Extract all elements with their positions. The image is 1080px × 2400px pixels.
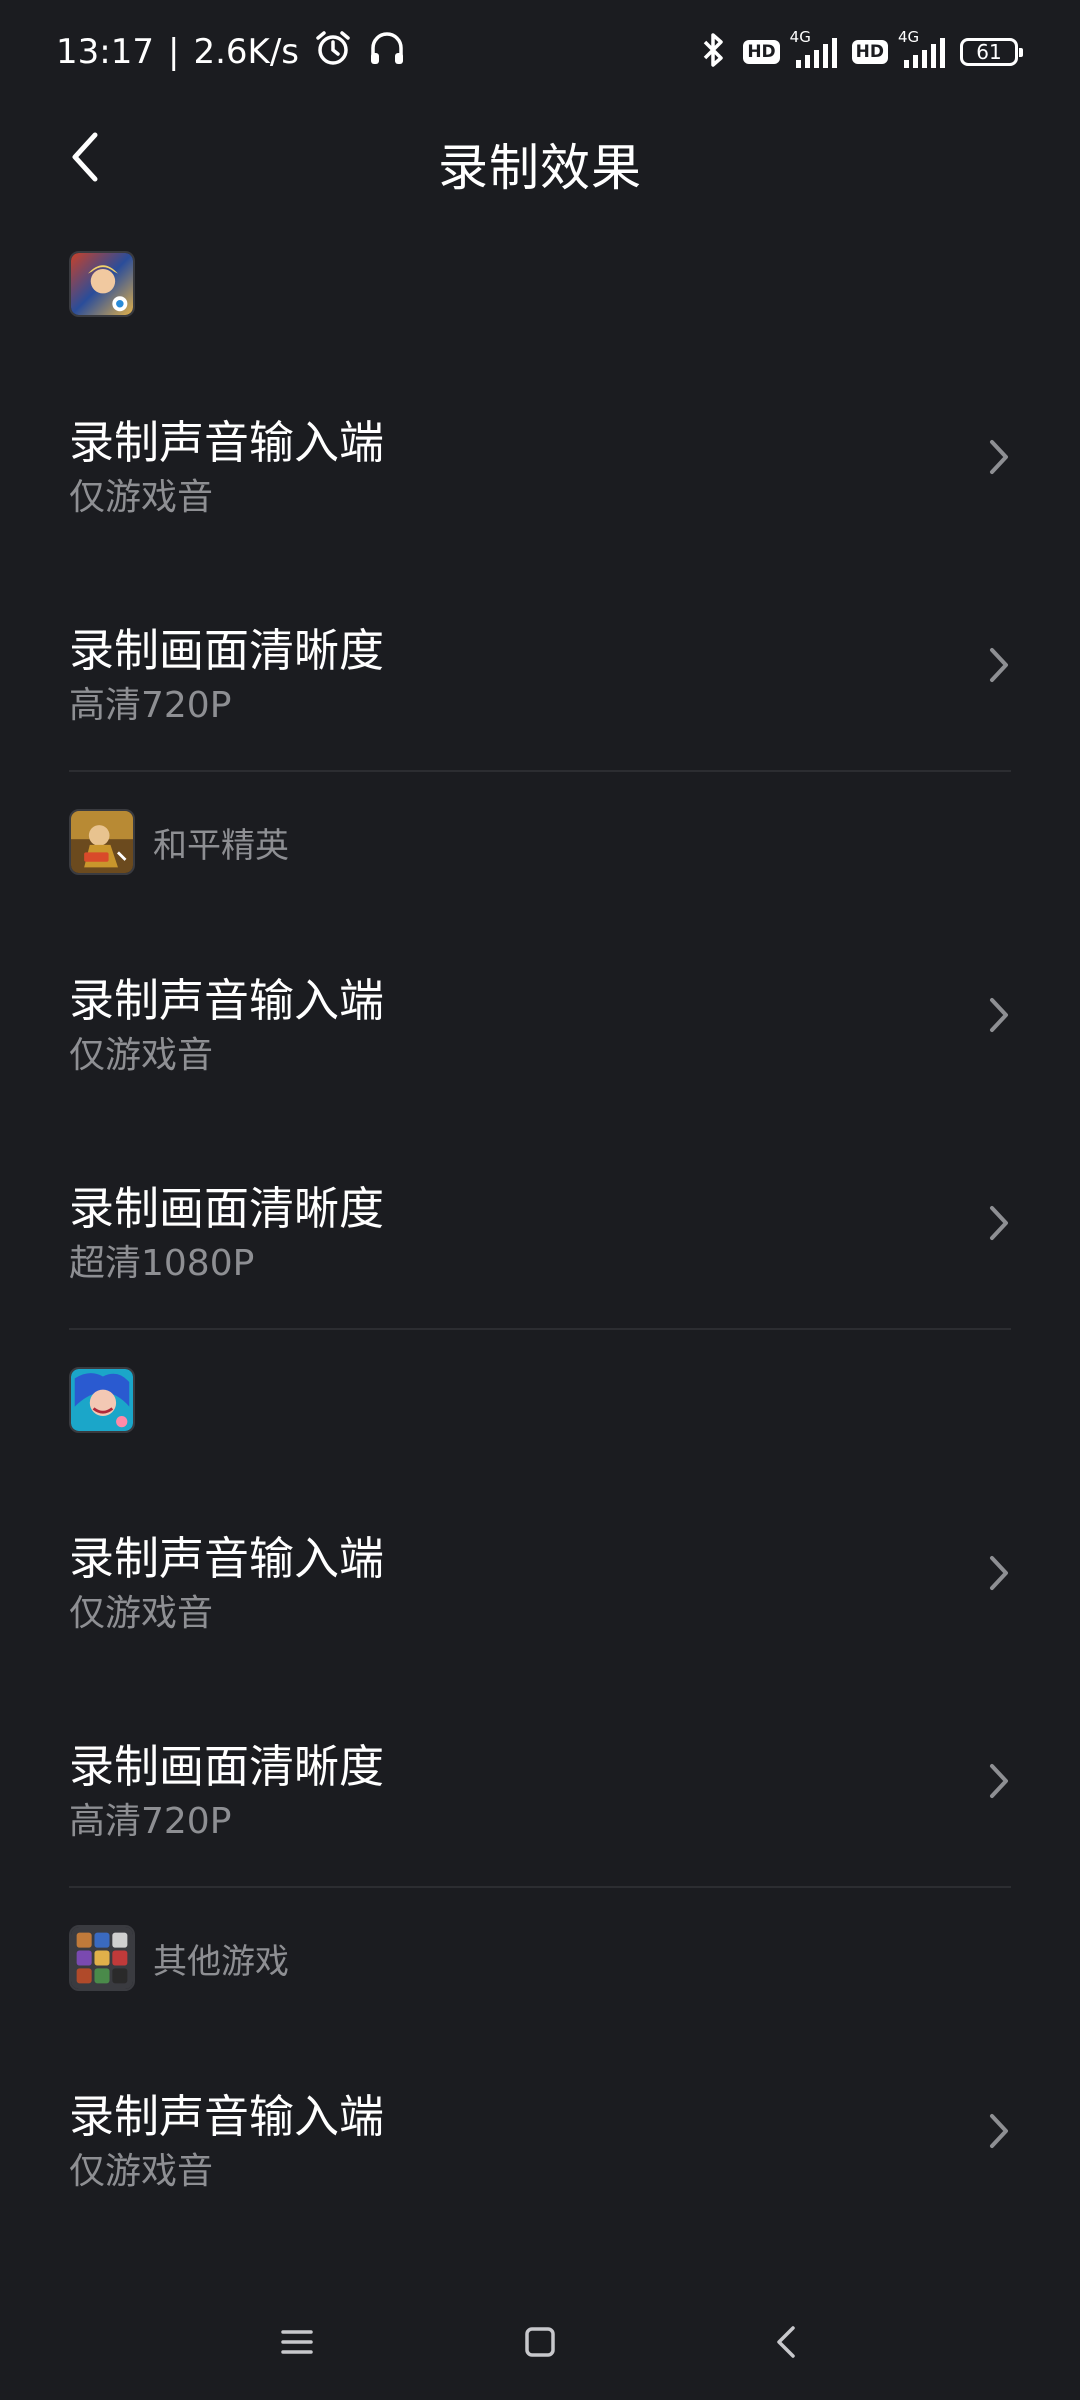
row-audio-input[interactable]: 录制声音输入端 仅游戏音 — [0, 2028, 1080, 2236]
bluetooth-icon — [695, 30, 731, 74]
row-value: 高清720P — [69, 1801, 232, 1842]
game-icon-other-games — [69, 1925, 135, 1991]
hd-badge-1: HD — [743, 40, 780, 64]
settings-list: 录制声音输入端 仅游戏音 录制画面清晰度 高清720P 和平精英 录制声音输入端… — [0, 214, 1080, 2236]
row-value: 仅游戏音 — [69, 477, 214, 518]
row-title: 录制声音输入端 — [69, 2090, 385, 2143]
status-bar: 13:17 | 2.6K/s HD 4G HD 4G 61 — [0, 0, 1080, 104]
row-audio-input[interactable]: 录制声音输入端 仅游戏音 — [0, 354, 1080, 562]
game-header: 其他游戏 — [0, 1888, 1080, 2028]
page-title: 录制效果 — [438, 139, 642, 197]
row-value: 高清720P — [69, 685, 232, 726]
signal-icon-2: 4G — [898, 28, 948, 72]
status-left: 13:17 | 2.6K/s — [56, 28, 407, 76]
chevron-right-icon — [990, 440, 1008, 474]
game-header: 和平精英 — [0, 772, 1080, 912]
game-name: 和平精英 — [153, 825, 289, 866]
chevron-right-icon — [990, 648, 1008, 682]
game-section: 录制声音输入端 仅游戏音 录制画面清晰度 高清720P — [0, 1330, 1080, 1888]
row-value: 仅游戏音 — [69, 1593, 214, 1634]
headphones-icon — [367, 28, 407, 77]
row-value: 仅游戏音 — [69, 1035, 214, 1076]
status-separator: | — [167, 32, 180, 72]
chevron-right-icon — [990, 2114, 1008, 2148]
chevron-right-icon — [990, 1764, 1008, 1798]
nav-back-button[interactable] — [757, 2312, 817, 2372]
game-icon-peace-elite — [69, 809, 135, 875]
game-section: 录制声音输入端 仅游戏音 录制画面清晰度 高清720P — [0, 214, 1080, 772]
chevron-right-icon — [990, 1556, 1008, 1590]
row-title: 录制声音输入端 — [69, 974, 385, 1027]
battery-level: 61 — [976, 40, 1002, 64]
chevron-right-icon — [990, 1206, 1008, 1240]
alarm-icon — [313, 28, 353, 77]
game-section: 其他游戏 录制声音输入端 仅游戏音 — [0, 1888, 1080, 2236]
game-name: 其他游戏 — [153, 1941, 289, 1982]
game-section: 和平精英 录制声音输入端 仅游戏音 录制画面清晰度 超清1080P — [0, 772, 1080, 1330]
hd-badge-2: HD — [851, 40, 888, 64]
row-value: 超清1080P — [69, 1243, 255, 1284]
row-title: 录制声音输入端 — [69, 1532, 385, 1585]
status-net-speed: 2.6K/s — [193, 32, 299, 72]
game-header — [0, 1330, 1080, 1470]
status-time: 13:17 — [56, 32, 154, 72]
chevron-right-icon — [990, 998, 1008, 1032]
menu-button[interactable] — [267, 2312, 327, 2372]
row-title: 录制画面清晰度 — [69, 1740, 385, 1793]
home-button[interactable] — [510, 2312, 570, 2372]
row-title: 录制声音输入端 — [69, 416, 385, 469]
game-icon-blue-hair — [69, 1367, 135, 1433]
home-icon — [525, 2327, 555, 2357]
row-video-quality[interactable]: 录制画面清晰度 高清720P — [0, 1678, 1080, 1886]
battery-icon: 61 — [960, 38, 1023, 66]
row-value: 仅游戏音 — [69, 2151, 214, 2192]
signal-icon-1: 4G — [790, 28, 840, 72]
menu-icon — [281, 2330, 313, 2354]
status-right: HD 4G HD 4G 61 — [695, 26, 1023, 78]
row-video-quality[interactable]: 录制画面清晰度 高清720P — [0, 562, 1080, 770]
header: 录制效果 — [0, 104, 1080, 214]
row-video-quality[interactable]: 录制画面清晰度 超清1080P — [0, 1120, 1080, 1328]
row-audio-input[interactable]: 录制声音输入端 仅游戏音 — [0, 1470, 1080, 1678]
system-nav-bar — [0, 2280, 1080, 2400]
row-title: 录制画面清晰度 — [69, 624, 385, 677]
back-icon — [777, 2326, 795, 2358]
game-header — [0, 214, 1080, 354]
row-title: 录制画面清晰度 — [69, 1182, 385, 1235]
row-audio-input[interactable]: 录制声音输入端 仅游戏音 — [0, 912, 1080, 1120]
game-icon-hero — [69, 251, 135, 317]
